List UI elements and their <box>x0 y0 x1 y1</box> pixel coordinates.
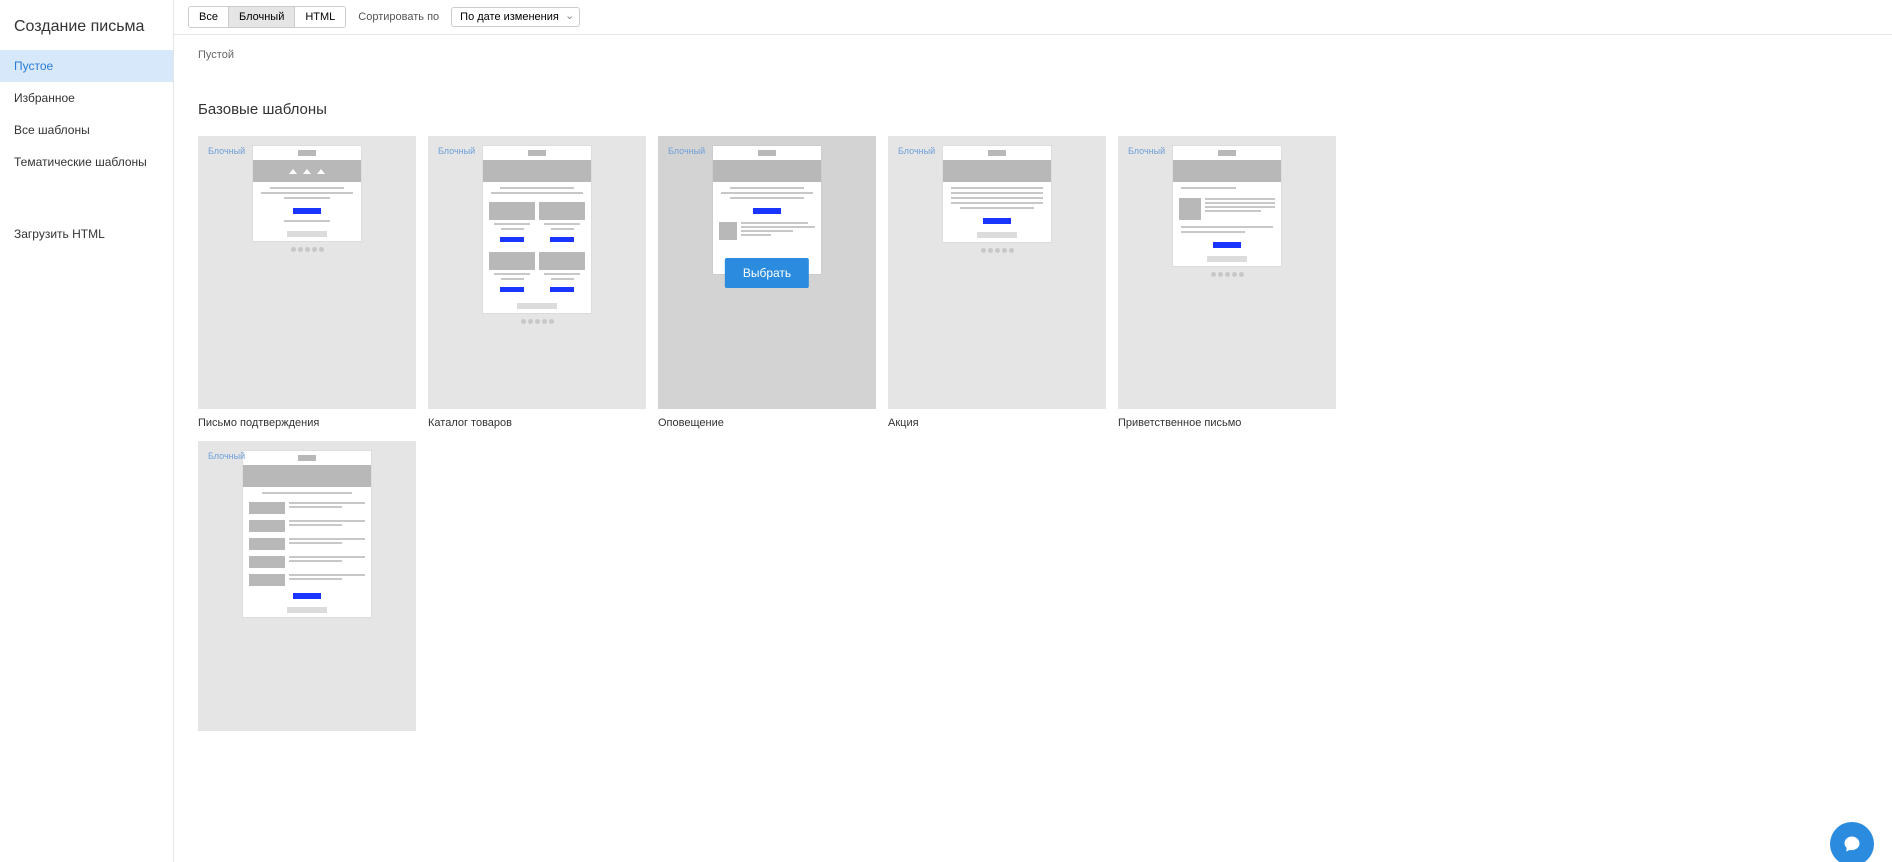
sidebar: Создание письма Пустое Избранное Все шаб… <box>0 0 174 862</box>
template-title: Каталог товаров <box>428 417 646 429</box>
select-template-button[interactable]: Выбрать <box>725 258 809 288</box>
filter-html[interactable]: HTML <box>295 7 345 27</box>
page-title: Создание письма <box>0 18 173 50</box>
template-title: Оповещение <box>658 417 876 429</box>
template-title: Письмо подтверждения <box>198 417 416 429</box>
template-type-badge: Блочный <box>668 146 705 156</box>
template-title: Акция <box>888 417 1106 429</box>
filter-block[interactable]: Блочный <box>229 7 295 27</box>
template-card: Блочный <box>198 441 416 739</box>
sidebar-item-empty[interactable]: Пустое <box>0 50 173 82</box>
preview-thumbnail <box>713 146 821 274</box>
template-preview-welcome[interactable]: Блочный <box>1118 136 1336 409</box>
preview-thumbnail <box>943 146 1051 242</box>
sidebar-item-thematic[interactable]: Тематические шаблоны <box>0 146 173 178</box>
preview-thumbnail <box>253 146 361 241</box>
sidebar-upload-html[interactable]: Загрузить HTML <box>0 218 173 250</box>
preview-thumbnail <box>243 451 371 617</box>
sort-label: Сортировать по <box>358 11 439 23</box>
preview-dots <box>981 248 1014 253</box>
empty-template-label: Пустой <box>198 49 1868 61</box>
arrow-up-icon <box>289 169 297 174</box>
main-content: Все Блочный HTML Сортировать по По дате … <box>174 0 1892 862</box>
template-card: Блочный <box>658 136 876 429</box>
template-title: Приветственное письмо <box>1118 417 1336 429</box>
sidebar-item-all-templates[interactable]: Все шаблоны <box>0 114 173 146</box>
filter-all[interactable]: Все <box>189 7 229 27</box>
preview-dots <box>1211 272 1244 277</box>
template-preview-notification[interactable]: Блочный <box>658 136 876 409</box>
filter-segmented: Все Блочный HTML <box>188 6 346 28</box>
template-type-badge: Блочный <box>208 146 245 156</box>
arrow-up-icon <box>303 169 311 174</box>
sidebar-item-favorites[interactable]: Избранное <box>0 82 173 114</box>
preview-dots <box>521 319 554 324</box>
chat-icon <box>1842 834 1862 854</box>
template-card: Блочный <box>1118 136 1336 429</box>
template-preview-list[interactable]: Блочный <box>198 441 416 731</box>
template-card: Блочный <box>198 136 416 429</box>
template-preview-confirmation[interactable]: Блочный <box>198 136 416 409</box>
template-card: Блочный <box>428 136 646 429</box>
template-preview-promo[interactable]: Блочный <box>888 136 1106 409</box>
template-preview-catalog[interactable]: Блочный <box>428 136 646 409</box>
preview-thumbnail <box>483 146 591 313</box>
template-card: Блочный <box>888 136 1106 429</box>
preview-dots <box>291 247 324 252</box>
template-type-badge: Блочный <box>1128 146 1165 156</box>
topbar: Все Блочный HTML Сортировать по По дате … <box>174 0 1892 35</box>
template-type-badge: Блочный <box>208 451 245 461</box>
preview-thumbnail <box>1173 146 1281 266</box>
template-type-badge: Блочный <box>438 146 475 156</box>
template-type-badge: Блочный <box>898 146 935 156</box>
sort-select[interactable]: По дате изменения <box>451 7 580 27</box>
arrow-up-icon <box>317 169 325 174</box>
base-templates-heading: Базовые шаблоны <box>198 101 1868 118</box>
chat-fab[interactable] <box>1830 822 1874 862</box>
templates-grid: Блочный <box>198 136 1868 739</box>
